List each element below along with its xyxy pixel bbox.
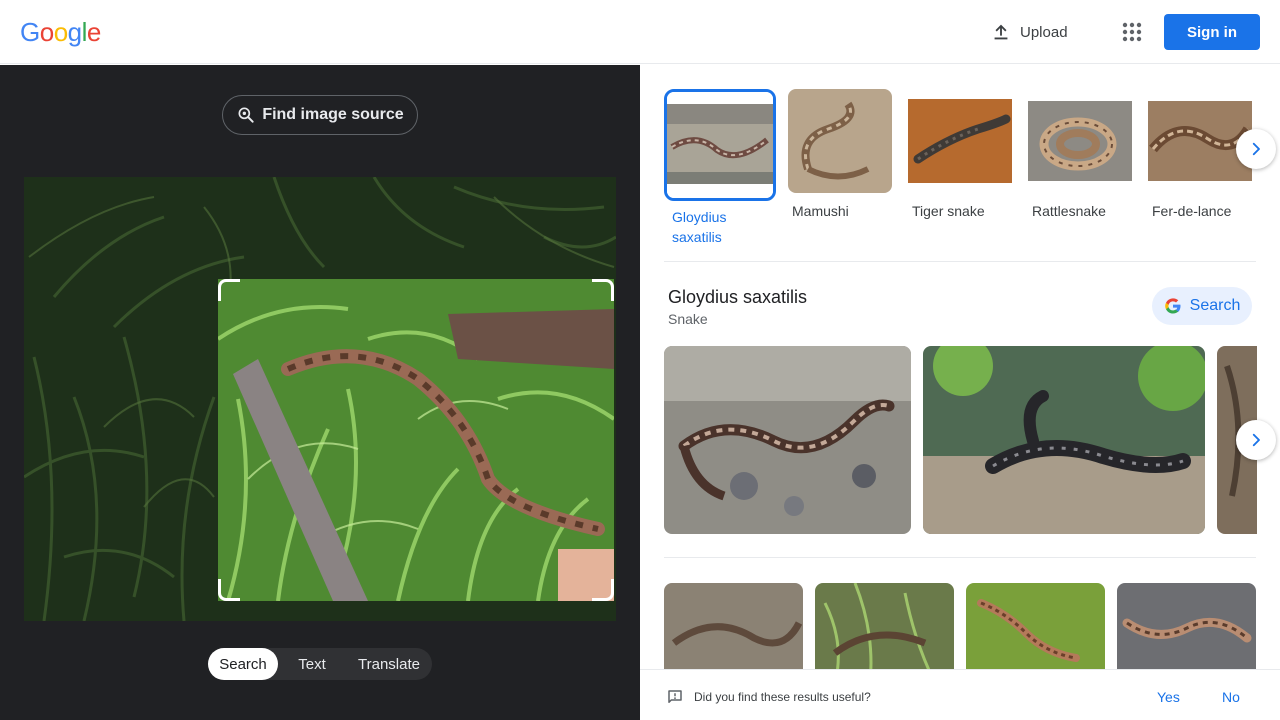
google-logo[interactable]: Google: [20, 17, 101, 48]
images-next-button[interactable]: [1236, 420, 1276, 460]
result-image[interactable]: [664, 583, 803, 683]
tab-translate[interactable]: Translate: [346, 648, 432, 680]
crop-corner-top-left[interactable]: [218, 279, 240, 301]
feedback-no-button[interactable]: No: [1222, 689, 1240, 705]
crop-corner-bottom-right[interactable]: [592, 579, 614, 601]
chip-thumbnail: [664, 89, 776, 201]
chip-label: Tiger snake: [912, 203, 985, 219]
sign-in-button[interactable]: Sign in: [1164, 14, 1260, 50]
mode-tab-bar: Search Text Translate: [208, 648, 432, 680]
related-chip[interactable]: Tiger snake: [908, 89, 1018, 221]
related-chip[interactable]: Rattlesnake: [1028, 89, 1138, 221]
section-divider: [664, 261, 1256, 262]
result-image[interactable]: [664, 346, 911, 534]
logo-letter: o: [53, 17, 68, 47]
query-image-panel: Find image source Search Text Translate: [0, 65, 640, 720]
chips-next-button[interactable]: [1236, 129, 1276, 169]
related-chip[interactable]: Gloydius saxatilis: [664, 89, 776, 247]
chip-label: Fer-de-lance: [1152, 203, 1232, 219]
result-image[interactable]: [1117, 583, 1256, 683]
upload-label: Upload: [1020, 23, 1068, 41]
chip-thumbnail: [1028, 89, 1132, 193]
chip-label: Gloydius saxatilis: [672, 209, 727, 245]
selected-snake-image: [218, 279, 614, 601]
find-image-source-label: Find image source: [262, 106, 404, 123]
lens-search-icon: [238, 107, 254, 123]
apps-grid-icon[interactable]: [1120, 20, 1144, 44]
upload-button[interactable]: Upload: [990, 18, 1068, 46]
feedback-icon: [668, 690, 682, 703]
chip-thumbnail: [788, 89, 892, 193]
logo-letter: o: [39, 17, 54, 47]
query-image[interactable]: [24, 177, 616, 621]
chevron-right-icon: [1252, 142, 1260, 156]
entity-title: Gloydius saxatilis: [668, 287, 808, 307]
tab-text[interactable]: Text: [278, 648, 346, 680]
section-divider: [664, 557, 1256, 558]
chip-thumbnail: [908, 89, 1012, 193]
entity-subtitle: Snake: [668, 311, 708, 327]
result-image[interactable]: [966, 583, 1105, 683]
upload-icon: [994, 24, 1008, 40]
logo-letter: e: [86, 17, 101, 47]
selection-crop-area[interactable]: [218, 279, 614, 601]
google-search-button[interactable]: Search: [1152, 287, 1252, 325]
chip-label: Rattlesnake: [1032, 203, 1106, 219]
chevron-right-icon: [1252, 433, 1260, 447]
logo-letter: g: [67, 17, 82, 47]
result-image[interactable]: [923, 346, 1205, 534]
logo-letter: G: [20, 17, 40, 47]
top-bar: Google Upload Sign in: [0, 0, 1280, 64]
google-g-icon: [1164, 298, 1181, 314]
tab-search[interactable]: Search: [208, 648, 278, 680]
crop-corner-top-right[interactable]: [592, 279, 614, 301]
feedback-yes-button[interactable]: Yes: [1157, 689, 1180, 705]
related-chip[interactable]: Mamushi: [788, 89, 898, 221]
chip-label: Mamushi: [792, 203, 849, 219]
results-panel: Gloydius saxatilis Mamushi Tiger snake R…: [640, 65, 1280, 720]
google-search-label: Search: [1189, 297, 1241, 314]
result-image[interactable]: [815, 583, 954, 683]
feedback-bar: Did you find these results useful? Yes N…: [640, 669, 1280, 720]
related-searches-carousel: Gloydius saxatilis Mamushi Tiger snake R…: [664, 89, 1280, 249]
crop-corner-bottom-left[interactable]: [218, 579, 240, 601]
find-image-source-button[interactable]: Find image source: [222, 95, 418, 135]
feedback-question: Did you find these results useful?: [694, 690, 871, 704]
